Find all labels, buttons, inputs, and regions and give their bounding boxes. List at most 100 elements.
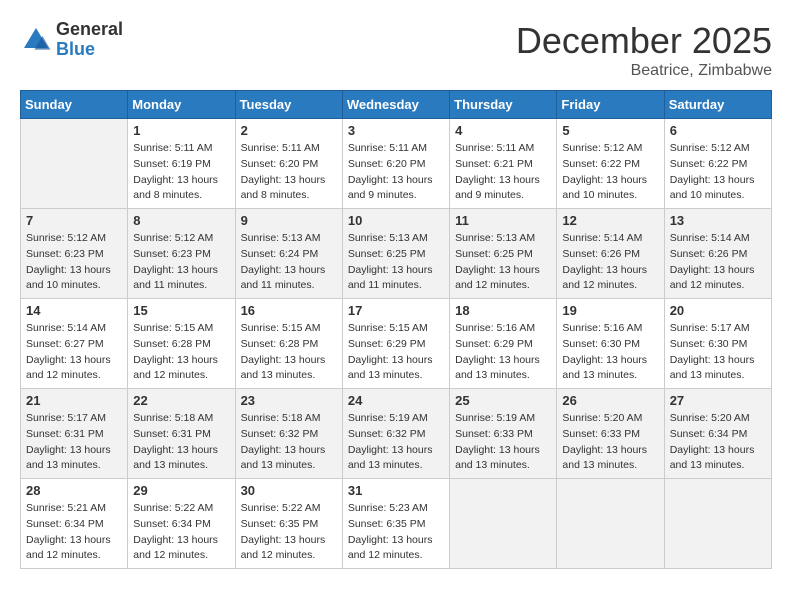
day-number: 4	[455, 123, 551, 138]
calendar-cell: 30 Sunrise: 5:22 AMSunset: 6:35 PMDayligh…	[235, 479, 342, 569]
calendar-cell: 18Sunrise: 5:16 AMSunset: 6:29 PMDayligh…	[450, 299, 557, 389]
day-info: Sunrise: 5:18 AMSunset: 6:32 PMDaylight:…	[241, 411, 337, 474]
title-month: December 2025	[516, 20, 772, 62]
logo-general: General	[56, 20, 123, 40]
calendar-table: SundayMondayTuesdayWednesdayThursdayFrid…	[20, 90, 772, 569]
day-info: Sunrise: 5:16 AMSunset: 6:29 PMDaylight:…	[455, 321, 551, 384]
day-number: 24	[348, 393, 444, 408]
day-info: Sunrise: 5:22 AMSunset: 6:34 PMDaylight:…	[133, 501, 229, 564]
calendar-cell: 27 Sunrise: 5:20 AMSunset: 6:34 PMDayligh…	[664, 389, 771, 479]
day-number: 13	[670, 213, 766, 228]
calendar-cell: 26Sunrise: 5:20 AMSunset: 6:33 PMDayligh…	[557, 389, 664, 479]
calendar-cell: 10 Sunrise: 5:13 AMSunset: 6:25 PMDayligh…	[342, 209, 449, 299]
day-info: Sunrise: 5:13 AMSunset: 6:25 PMDaylight:…	[348, 231, 444, 294]
page-header: General Blue December 2025 Beatrice, Zim…	[20, 20, 772, 80]
day-info: Sunrise: 5:15 AMSunset: 6:28 PMDaylight:…	[133, 321, 229, 384]
day-info: Sunrise: 5:23 AMSunset: 6:35 PMDaylight:…	[348, 501, 444, 564]
weekday-header: Sunday	[21, 91, 128, 119]
day-info: Sunrise: 5:14 AMSunset: 6:27 PMDaylight:…	[26, 321, 122, 384]
day-info: Sunrise: 5:13 AMSunset: 6:25 PMDaylight:…	[455, 231, 551, 294]
day-info: Sunrise: 5:12 AMSunset: 6:22 PMDaylight:…	[562, 141, 658, 204]
calendar-cell	[450, 479, 557, 569]
day-info: Sunrise: 5:13 AMSunset: 6:24 PMDaylight:…	[241, 231, 337, 294]
calendar-cell	[664, 479, 771, 569]
day-info: Sunrise: 5:12 AMSunset: 6:23 PMDaylight:…	[133, 231, 229, 294]
weekday-header: Monday	[128, 91, 235, 119]
calendar-cell: 5 Sunrise: 5:12 AMSunset: 6:22 PMDaylight…	[557, 119, 664, 209]
calendar-cell: 19Sunrise: 5:16 AMSunset: 6:30 PMDayligh…	[557, 299, 664, 389]
calendar-cell	[21, 119, 128, 209]
day-number: 14	[26, 303, 122, 318]
calendar-week-row: 14 Sunrise: 5:14 AMSunset: 6:27 PMDayligh…	[21, 299, 772, 389]
day-info: Sunrise: 5:15 AMSunset: 6:29 PMDaylight:…	[348, 321, 444, 384]
calendar-cell: 31 Sunrise: 5:23 AMSunset: 6:35 PMDayligh…	[342, 479, 449, 569]
day-info: Sunrise: 5:14 AMSunset: 6:26 PMDaylight:…	[670, 231, 766, 294]
day-info: Sunrise: 5:15 AMSunset: 6:28 PMDaylight:…	[241, 321, 337, 384]
logo-blue: Blue	[56, 40, 123, 60]
calendar-cell: 8 Sunrise: 5:12 AMSunset: 6:23 PMDaylight…	[128, 209, 235, 299]
day-info: Sunrise: 5:21 AMSunset: 6:34 PMDaylight:…	[26, 501, 122, 564]
day-number: 19	[562, 303, 658, 318]
calendar-cell: 22Sunrise: 5:18 AMSunset: 6:31 PMDayligh…	[128, 389, 235, 479]
weekday-header: Thursday	[450, 91, 557, 119]
title-location: Beatrice, Zimbabwe	[516, 62, 772, 80]
calendar-cell: 4Sunrise: 5:11 AMSunset: 6:21 PMDaylight…	[450, 119, 557, 209]
day-info: Sunrise: 5:19 AMSunset: 6:33 PMDaylight:…	[455, 411, 551, 474]
day-number: 3	[348, 123, 444, 138]
calendar-cell: 25 Sunrise: 5:19 AMSunset: 6:33 PMDayligh…	[450, 389, 557, 479]
calendar-cell	[557, 479, 664, 569]
day-info: Sunrise: 5:20 AMSunset: 6:34 PMDaylight:…	[670, 411, 766, 474]
day-number: 27	[670, 393, 766, 408]
calendar-cell: 6 Sunrise: 5:12 AMSunset: 6:22 PMDaylight…	[664, 119, 771, 209]
day-info: Sunrise: 5:11 AMSunset: 6:20 PMDaylight:…	[241, 141, 337, 204]
calendar-week-row: 7 Sunrise: 5:12 AMSunset: 6:23 PMDaylight…	[21, 209, 772, 299]
calendar-cell: 7 Sunrise: 5:12 AMSunset: 6:23 PMDaylight…	[21, 209, 128, 299]
day-number: 20	[670, 303, 766, 318]
day-number: 6	[670, 123, 766, 138]
calendar-cell: 16 Sunrise: 5:15 AMSunset: 6:28 PMDayligh…	[235, 299, 342, 389]
weekday-header: Tuesday	[235, 91, 342, 119]
day-info: Sunrise: 5:17 AMSunset: 6:30 PMDaylight:…	[670, 321, 766, 384]
calendar-cell: 17Sunrise: 5:15 AMSunset: 6:29 PMDayligh…	[342, 299, 449, 389]
calendar-cell: 24 Sunrise: 5:19 AMSunset: 6:32 PMDayligh…	[342, 389, 449, 479]
day-number: 25	[455, 393, 551, 408]
day-number: 21	[26, 393, 122, 408]
day-number: 29	[133, 483, 229, 498]
title-block: December 2025 Beatrice, Zimbabwe	[516, 20, 772, 80]
logo-icon	[20, 24, 52, 56]
logo: General Blue	[20, 20, 123, 60]
calendar-week-row: 1Sunrise: 5:11 AMSunset: 6:19 PMDaylight…	[21, 119, 772, 209]
weekday-header: Saturday	[664, 91, 771, 119]
day-info: Sunrise: 5:12 AMSunset: 6:22 PMDaylight:…	[670, 141, 766, 204]
day-info: Sunrise: 5:12 AMSunset: 6:23 PMDaylight:…	[26, 231, 122, 294]
day-number: 2	[241, 123, 337, 138]
day-number: 26	[562, 393, 658, 408]
day-number: 16	[241, 303, 337, 318]
day-info: Sunrise: 5:11 AMSunset: 6:20 PMDaylight:…	[348, 141, 444, 204]
calendar-cell: 2 Sunrise: 5:11 AMSunset: 6:20 PMDaylight…	[235, 119, 342, 209]
calendar-cell: 23Sunrise: 5:18 AMSunset: 6:32 PMDayligh…	[235, 389, 342, 479]
weekday-header: Wednesday	[342, 91, 449, 119]
weekday-header-row: SundayMondayTuesdayWednesdayThursdayFrid…	[21, 91, 772, 119]
day-number: 30	[241, 483, 337, 498]
calendar-cell: 1Sunrise: 5:11 AMSunset: 6:19 PMDaylight…	[128, 119, 235, 209]
day-info: Sunrise: 5:17 AMSunset: 6:31 PMDaylight:…	[26, 411, 122, 474]
day-info: Sunrise: 5:19 AMSunset: 6:32 PMDaylight:…	[348, 411, 444, 474]
calendar-cell: 20 Sunrise: 5:17 AMSunset: 6:30 PMDayligh…	[664, 299, 771, 389]
day-number: 11	[455, 213, 551, 228]
weekday-header: Friday	[557, 91, 664, 119]
calendar-cell: 3 Sunrise: 5:11 AMSunset: 6:20 PMDaylight…	[342, 119, 449, 209]
day-info: Sunrise: 5:22 AMSunset: 6:35 PMDaylight:…	[241, 501, 337, 564]
calendar-cell: 11 Sunrise: 5:13 AMSunset: 6:25 PMDayligh…	[450, 209, 557, 299]
day-number: 10	[348, 213, 444, 228]
day-number: 9	[241, 213, 337, 228]
calendar-cell: 14 Sunrise: 5:14 AMSunset: 6:27 PMDayligh…	[21, 299, 128, 389]
day-info: Sunrise: 5:11 AMSunset: 6:19 PMDaylight:…	[133, 141, 229, 204]
day-number: 28	[26, 483, 122, 498]
day-number: 31	[348, 483, 444, 498]
calendar-cell: 13 Sunrise: 5:14 AMSunset: 6:26 PMDayligh…	[664, 209, 771, 299]
calendar-cell: 15Sunrise: 5:15 AMSunset: 6:28 PMDayligh…	[128, 299, 235, 389]
day-number: 5	[562, 123, 658, 138]
day-number: 8	[133, 213, 229, 228]
day-number: 7	[26, 213, 122, 228]
